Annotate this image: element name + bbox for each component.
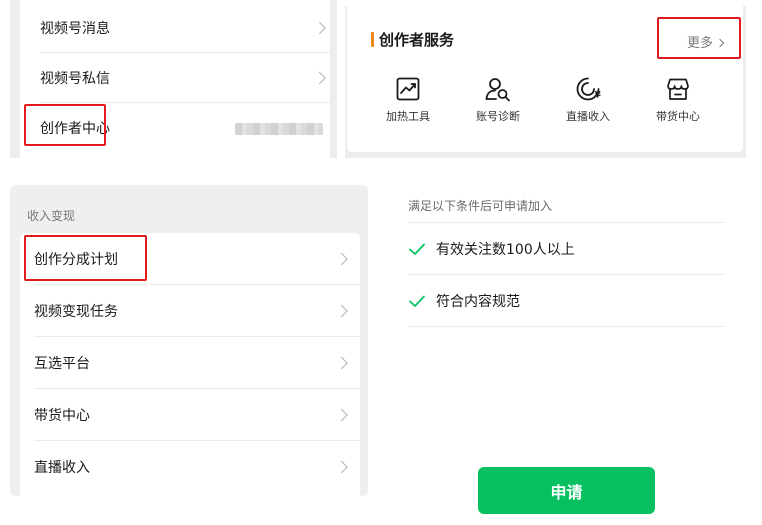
- income-item-commerce-center[interactable]: 带货中心: [20, 389, 360, 441]
- service-commerce-center[interactable]: 带货中心: [638, 76, 718, 124]
- conditions-heading: 满足以下条件后可申请加入: [408, 199, 553, 213]
- blurred-value: [235, 123, 323, 135]
- income-item-mutual-selection-platform[interactable]: 互选平台: [20, 337, 360, 389]
- menu-item-channel-messages[interactable]: 视频号消息: [20, 3, 330, 53]
- service-live-income[interactable]: ¥ 直播收入: [548, 76, 628, 124]
- live-income-icon: ¥: [576, 77, 602, 101]
- income-item-creator-revenue-plan[interactable]: 创作分成计划: [20, 233, 360, 285]
- user-search-icon: [485, 78, 510, 102]
- condition-text: 符合内容规范: [436, 294, 520, 310]
- more-link[interactable]: 更多: [687, 32, 725, 51]
- chevron-right-icon: [715, 38, 725, 48]
- chevron-right-icon: [335, 252, 348, 266]
- income-item-label: 视频变现任务: [34, 304, 118, 320]
- chevron-right-icon: [335, 460, 348, 474]
- menu-panel: 视频号消息 视频号私信 创作者中心: [10, 0, 337, 158]
- chevron-right-icon: [335, 304, 348, 318]
- creator-services-content: 创作者服务 更多 加热工具 账号诊断 ¥ 直播收入 带货中心: [347, 6, 743, 152]
- menu-item-label: 视频号消息: [40, 21, 110, 37]
- income-panel: 收入变现 创作分成计划 视频变现任务 互选平台 带货中心 直播收入: [10, 185, 368, 496]
- divider: [408, 274, 725, 275]
- income-item-label: 互选平台: [34, 356, 90, 372]
- income-item-label: 创作分成计划: [34, 252, 118, 268]
- service-label: 带货中心: [656, 110, 700, 123]
- svg-text:¥: ¥: [595, 91, 602, 101]
- storefront-icon: [667, 78, 689, 100]
- creator-services-card: 创作者服务 更多 加热工具 账号诊断 ¥ 直播收入 带货中心: [345, 6, 746, 158]
- service-account-diagnosis[interactable]: 账号诊断: [458, 76, 538, 124]
- chevron-right-icon: [313, 71, 326, 85]
- service-boost-tool[interactable]: 加热工具: [368, 76, 448, 124]
- trend-chart-icon: [396, 77, 420, 101]
- income-item-video-monetization-tasks[interactable]: 视频变现任务: [20, 285, 360, 337]
- condition-item-followers: 有效关注数100人以上: [408, 239, 575, 259]
- condition-item-content-policy: 符合内容规范: [408, 291, 520, 311]
- more-label: 更多: [687, 36, 714, 51]
- income-item-label: 带货中心: [34, 408, 90, 424]
- menu-item-creator-center[interactable]: 创作者中心: [20, 103, 330, 153]
- divider: [408, 222, 725, 223]
- creator-services-title: 创作者服务: [379, 31, 455, 49]
- menu-item-channel-private-messages[interactable]: 视频号私信: [20, 53, 330, 103]
- menu-item-label: 创作者中心: [40, 121, 110, 137]
- condition-text: 有效关注数100人以上: [436, 242, 575, 258]
- check-icon: [409, 243, 425, 255]
- chevron-right-icon: [335, 356, 348, 370]
- income-item-live-income[interactable]: 直播收入: [20, 441, 360, 493]
- income-item-label: 直播收入: [34, 460, 90, 476]
- menu-item-label: 视频号私信: [40, 71, 110, 87]
- title-accent-bar: [371, 32, 374, 47]
- service-label: 直播收入: [566, 110, 610, 123]
- divider: [408, 326, 725, 327]
- service-label: 账号诊断: [476, 110, 520, 123]
- check-icon: [409, 295, 425, 307]
- income-section-title: 收入变现: [27, 209, 76, 223]
- apply-button[interactable]: 申请: [478, 467, 655, 514]
- creator-services-title-wrap: 创作者服务: [371, 29, 454, 50]
- income-list: 创作分成计划 视频变现任务 互选平台 带货中心 直播收入: [20, 233, 360, 496]
- service-label: 加热工具: [386, 110, 430, 123]
- chevron-right-icon: [313, 21, 326, 35]
- menu-list: 视频号消息 视频号私信 创作者中心: [20, 0, 330, 158]
- chevron-right-icon: [335, 408, 348, 422]
